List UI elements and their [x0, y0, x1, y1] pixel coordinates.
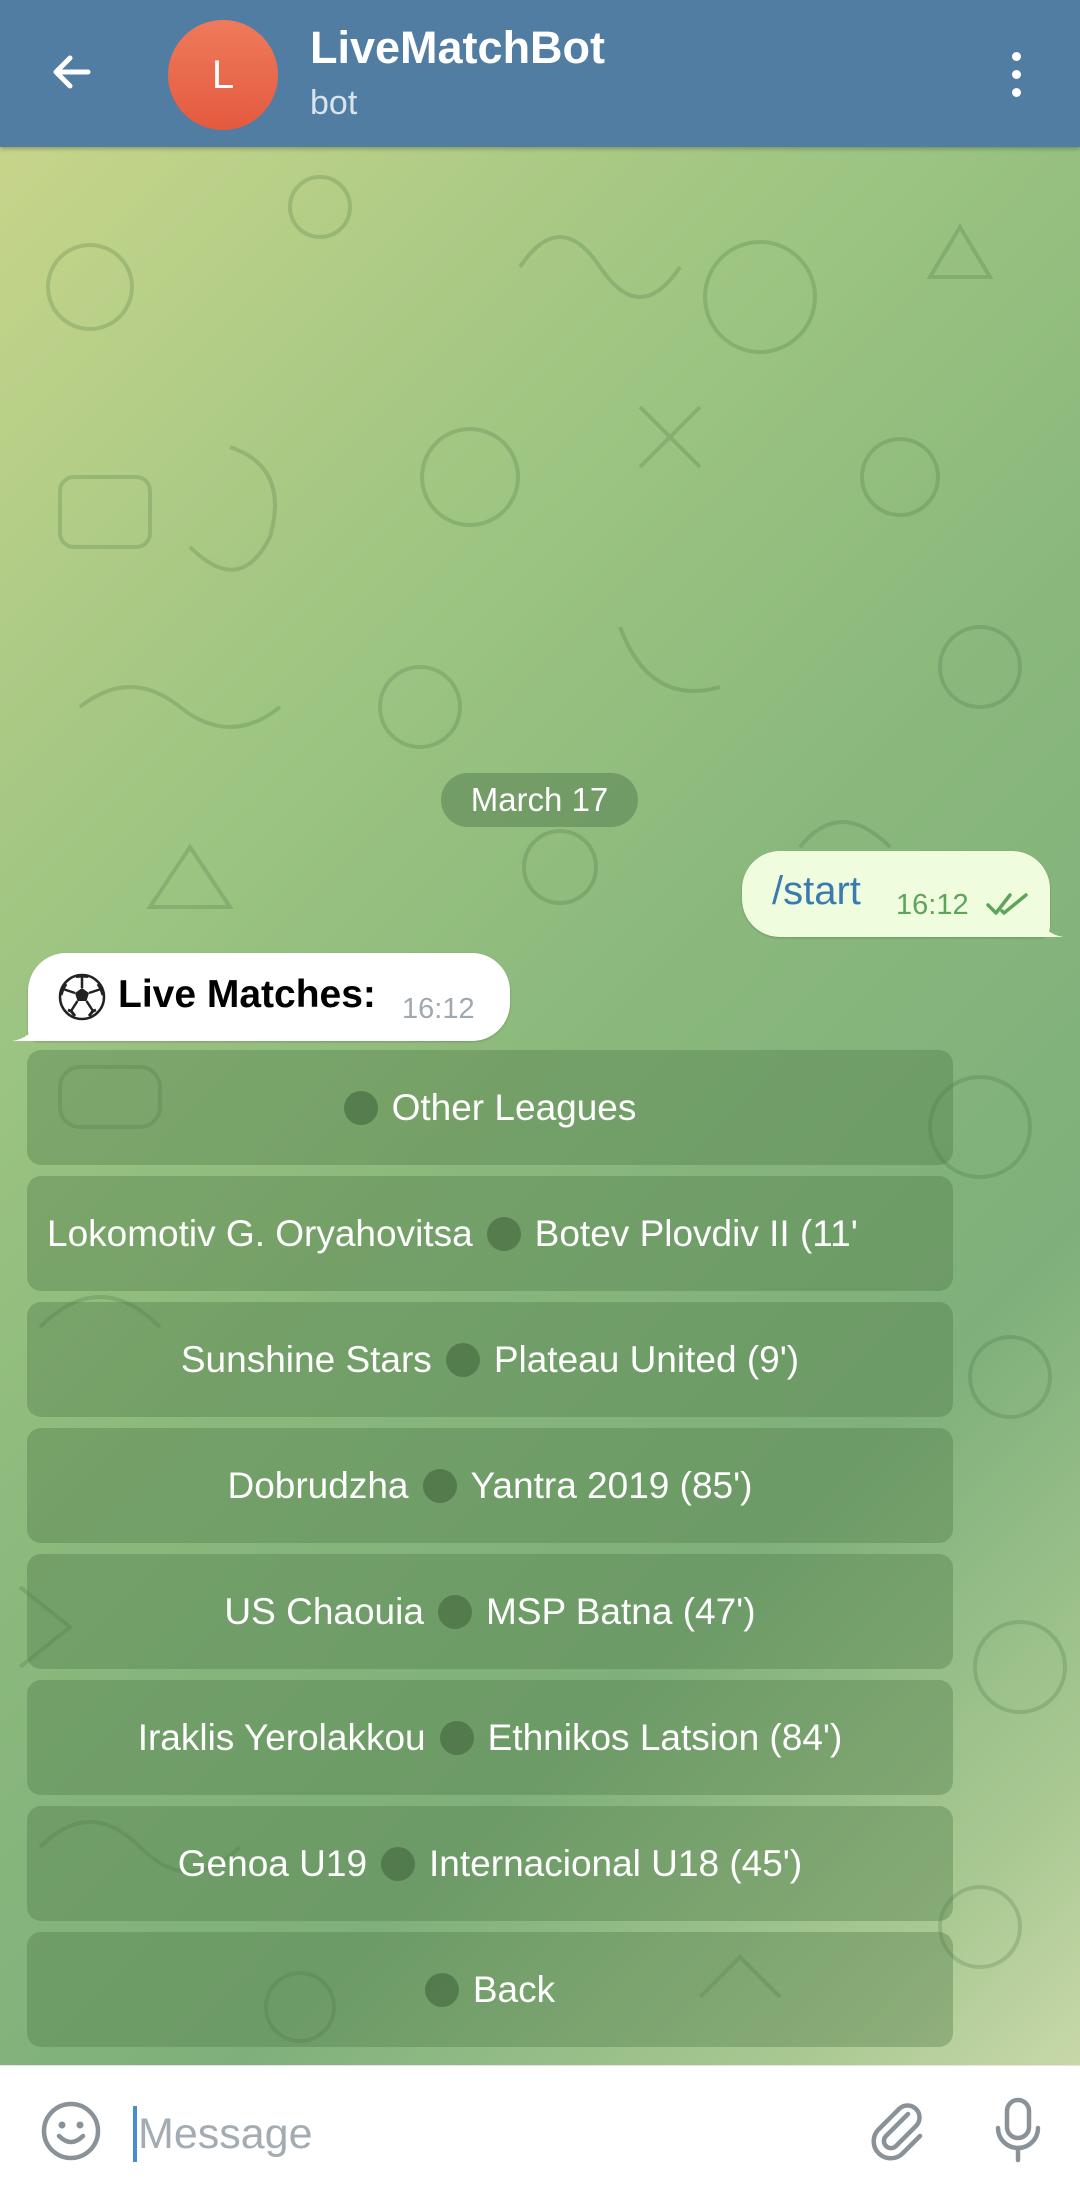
message-text: /start — [772, 869, 861, 913]
away-team: Yantra 2019 (85') — [470, 1464, 753, 1506]
microphone-icon[interactable] — [978, 2090, 1058, 2170]
home-team: Dobrudzha — [227, 1464, 409, 1506]
bot-avatar[interactable]: L — [168, 20, 278, 130]
keyboard-button-other-leagues[interactable]: Other Leagues — [27, 1050, 953, 1165]
message-input[interactable] — [136, 2096, 840, 2172]
outgoing-message[interactable]: /start 16:12 — [742, 851, 1050, 937]
arrow-left-icon — [53, 55, 91, 89]
message-time: 16:12 — [896, 889, 969, 921]
date-separator: March 17 — [441, 773, 638, 827]
incoming-message[interactable]: Live Matches: 16:12 — [28, 953, 510, 1041]
away-team: Ethnikos Latsion (84') — [487, 1716, 843, 1758]
chat-header: L LiveMatchBot bot — [0, 0, 1080, 147]
button-label: Back — [472, 1968, 556, 2010]
telegram-chat-screen: L LiveMatchBot bot March 17 /start 16:12… — [0, 0, 1080, 2196]
back-button[interactable] — [30, 30, 114, 114]
status-dot — [343, 1090, 378, 1125]
message-text: Live Matches: — [118, 973, 376, 1016]
keyboard-button-match[interactable]: Dobrudzha Yantra 2019 (85') — [27, 1428, 953, 1543]
status-dot — [422, 1468, 457, 1503]
home-team: Genoa U19 — [177, 1842, 368, 1884]
away-team: MSP Batna (47') — [485, 1590, 756, 1632]
status-dot — [424, 1972, 459, 2007]
status-dot — [381, 1846, 416, 1881]
home-team: Iraklis Yerolakkou — [137, 1716, 426, 1758]
keyboard-button-back[interactable]: Back — [27, 1932, 953, 2047]
message-time: 16:12 — [402, 993, 475, 1025]
bubble-tail — [12, 1013, 40, 1041]
keyboard-button-match[interactable]: US Chaouia MSP Batna (47') — [27, 1554, 953, 1669]
button-label: Other Leagues — [391, 1086, 637, 1128]
chat-subtitle: bot — [310, 84, 358, 122]
chat-messages-area[interactable]: March 17 /start 16:12 Live Matches: 16:1… — [0, 147, 1080, 2065]
paperclip-icon[interactable] — [858, 2090, 938, 2170]
status-dot — [439, 1720, 474, 1755]
away-team: Plateau United (9') — [493, 1338, 800, 1380]
home-team: Sunshine Stars — [180, 1338, 432, 1380]
keyboard-button-match[interactable]: Lokomotiv G. Oryahovitsa Botev Plovdiv I… — [27, 1176, 953, 1291]
smiley-icon[interactable] — [34, 2094, 108, 2168]
keyboard-button-match[interactable]: Genoa U19 Internacional U18 (45') — [27, 1806, 953, 1921]
away-team: Internacional U18 (45') — [429, 1842, 803, 1884]
home-team: Lokomotiv G. Oryahovitsa — [47, 1212, 473, 1254]
soccer-ball-icon — [58, 973, 106, 1021]
chat-title[interactable]: LiveMatchBot — [310, 22, 605, 74]
avatar-letter: L — [211, 52, 235, 97]
keyboard-button-match[interactable]: Sunshine Stars Plateau United (9') — [27, 1302, 953, 1417]
inline-keyboard: Other Leagues Lokomotiv G. Oryahovitsa B… — [27, 1050, 953, 2058]
keyboard-button-match[interactable]: Iraklis Yerolakkou Ethnikos Latsion (84'… — [27, 1680, 953, 1795]
status-dot — [437, 1594, 472, 1629]
status-dot — [486, 1216, 521, 1251]
more-options-button[interactable] — [990, 34, 1042, 114]
bubble-tail — [1036, 909, 1064, 937]
message-composer — [0, 2065, 1080, 2196]
status-dot — [445, 1342, 480, 1377]
home-team: US Chaouia — [224, 1590, 424, 1632]
double-check-icon — [986, 893, 1028, 915]
vertical-dots-icon — [1011, 51, 1021, 61]
away-team: Botev Plovdiv II (11' — [534, 1212, 858, 1254]
